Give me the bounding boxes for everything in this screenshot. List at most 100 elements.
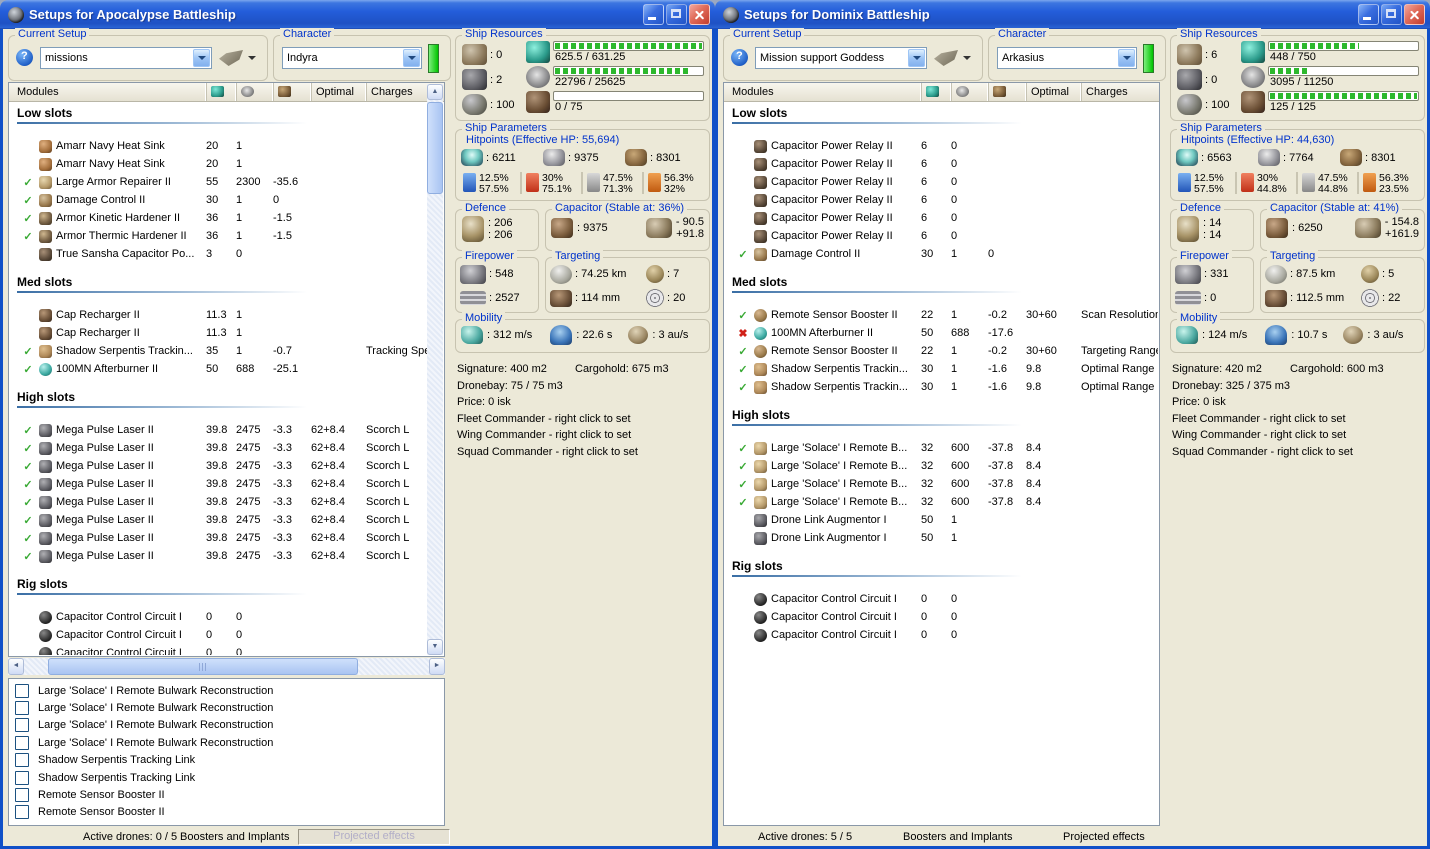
optimal-column-header[interactable]: Optimal xyxy=(311,83,366,101)
projected-effect-checkbox[interactable] xyxy=(15,770,29,785)
wing-commander-slot[interactable]: Wing Commander - right click to set xyxy=(1172,427,1425,444)
dropdown-arrow-icon[interactable] xyxy=(193,49,210,67)
boosters-implants-label[interactable]: Boosters and Implants xyxy=(903,831,1012,843)
scroll-left-icon[interactable]: ◄ xyxy=(8,658,24,675)
module-row[interactable]: Amarr Navy Heat Sink 20 1 xyxy=(9,155,428,173)
hscroll-thumb[interactable] xyxy=(48,658,358,675)
module-row[interactable]: Capacitor Control Circuit I 0 0 xyxy=(9,608,428,626)
module-row[interactable]: ✓ Mega Pulse Laser II 39.8 2475 -3.3 62+8.4 Sc… xyxy=(9,529,428,547)
module-row[interactable]: Amarr Navy Heat Sink 20 1 xyxy=(9,137,428,155)
projected-effect-item[interactable]: Remote Sensor Booster II xyxy=(13,786,444,803)
module-row[interactable]: Cap Recharger II 11.3 1 xyxy=(9,306,428,324)
capacitor-column[interactable] xyxy=(988,83,1026,101)
ship-menu-button[interactable] xyxy=(934,44,978,72)
module-row[interactable]: ✓ Armor Thermic Hardener II 36 1 -1.5 xyxy=(9,227,428,245)
modules-hscrollbar[interactable]: ◄ ► xyxy=(8,658,445,675)
projected-effect-checkbox[interactable] xyxy=(15,805,29,820)
module-row[interactable]: ✓ Mega Pulse Laser II 39.8 2475 -3.3 62+8.4 Sc… xyxy=(9,511,428,529)
module-row[interactable]: ✓ Shadow Serpentis Trackin... 30 1 -1.6 9.8 Op… xyxy=(724,360,1158,378)
charges-column-header[interactable]: Charges xyxy=(1081,83,1159,101)
module-row[interactable]: Drone Link Augmentor I 50 1 xyxy=(724,529,1158,547)
dropdown-arrow-icon[interactable] xyxy=(403,49,420,67)
module-row[interactable]: Capacitor Power Relay II 6 0 xyxy=(724,227,1158,245)
maximize-button[interactable] xyxy=(666,4,687,25)
close-button[interactable] xyxy=(1404,4,1425,25)
modules-column-header[interactable]: Modules xyxy=(732,83,921,101)
window-titlebar[interactable]: Setups for Apocalypse Battleship xyxy=(0,0,715,29)
module-row[interactable]: True Sansha Capacitor Po... 3 0 xyxy=(9,245,428,263)
module-row[interactable]: Capacitor Power Relay II 6 0 xyxy=(724,209,1158,227)
boosters-implants-label[interactable]: Boosters and Implants xyxy=(180,831,289,843)
projected-effects-button[interactable]: Projected effects xyxy=(298,829,450,845)
projected-effect-item[interactable]: Large 'Solace' I Remote Bulwark Reconstr… xyxy=(13,682,444,699)
active-drones-count[interactable]: Active drones: 0 / 5 xyxy=(83,831,177,843)
powergrid-column[interactable] xyxy=(951,83,988,101)
projected-effect-checkbox[interactable] xyxy=(15,683,29,698)
projected-effects-button[interactable]: Projected effects xyxy=(1063,831,1145,843)
setup-select[interactable]: missions xyxy=(40,47,212,69)
projected-effect-checkbox[interactable] xyxy=(15,753,29,768)
capacitor-column[interactable] xyxy=(273,83,311,101)
module-row[interactable]: Capacitor Power Relay II 6 0 xyxy=(724,191,1158,209)
projected-effect-checkbox[interactable] xyxy=(15,701,29,716)
module-row[interactable]: ✓ Mega Pulse Laser II 39.8 2475 -3.3 62+8.4 Sc… xyxy=(9,439,428,457)
module-row[interactable]: ✓ Mega Pulse Laser II 39.8 2475 -3.3 62+8.4 Sc… xyxy=(9,421,428,439)
squad-commander-slot[interactable]: Squad Commander - right click to set xyxy=(1172,444,1425,461)
projected-effect-checkbox[interactable] xyxy=(15,788,29,803)
module-row[interactable]: Drone Link Augmentor I 50 1 xyxy=(724,511,1158,529)
minimize-button[interactable] xyxy=(643,4,664,25)
module-row[interactable]: Cap Recharger II 11.3 1 xyxy=(9,324,428,342)
squad-commander-slot[interactable]: Squad Commander - right click to set xyxy=(457,444,710,461)
dropdown-arrow-icon[interactable] xyxy=(1118,49,1135,67)
cpu-column[interactable] xyxy=(921,83,951,101)
module-row[interactable]: Capacitor Control Circuit I 0 0 xyxy=(724,608,1158,626)
help-icon[interactable] xyxy=(16,49,33,66)
projected-effect-item[interactable]: Large 'Solace' I Remote Bulwark Reconstr… xyxy=(13,717,444,734)
fleet-commander-slot[interactable]: Fleet Commander - right click to set xyxy=(457,411,710,428)
module-row[interactable]: Capacitor Control Circuit I 0 0 xyxy=(724,590,1158,608)
module-row[interactable]: ✓ Mega Pulse Laser II 39.8 2475 -3.3 62+8.4 Sc… xyxy=(9,493,428,511)
projected-effect-item[interactable]: Large 'Solace' I Remote Bulwark Reconstr… xyxy=(13,734,444,751)
module-row[interactable]: ✓ Armor Kinetic Hardener II 36 1 -1.5 xyxy=(9,209,428,227)
cpu-column[interactable] xyxy=(206,83,236,101)
scroll-up-icon[interactable]: ▲ xyxy=(427,84,443,100)
scroll-down-icon[interactable]: ▼ xyxy=(427,639,443,655)
module-row[interactable]: ✓ Shadow Serpentis Trackin... 30 1 -1.6 9.8 Op… xyxy=(724,378,1158,396)
module-row[interactable]: ✓ Mega Pulse Laser II 39.8 2475 -3.3 62+8.4 Sc… xyxy=(9,547,428,565)
projected-effect-item[interactable]: Remote Sensor Booster II xyxy=(13,804,444,821)
projected-effect-item[interactable]: Large 'Solace' I Remote Bulwark Reconstr… xyxy=(13,699,444,716)
projected-effect-checkbox[interactable] xyxy=(15,735,29,750)
window-titlebar[interactable]: Setups for Dominix Battleship xyxy=(715,0,1430,29)
module-row[interactable]: Capacitor Power Relay II 6 0 xyxy=(724,155,1158,173)
help-icon[interactable] xyxy=(731,49,748,66)
projected-effect-checkbox[interactable] xyxy=(15,718,29,733)
ship-menu-button[interactable] xyxy=(219,44,263,72)
maximize-button[interactable] xyxy=(1381,4,1402,25)
module-row[interactable]: ✓ 100MN Afterburner II 50 688 -25.1 xyxy=(9,360,428,378)
powergrid-column[interactable] xyxy=(236,83,273,101)
module-row[interactable]: Capacitor Power Relay II 6 0 xyxy=(724,173,1158,191)
module-row[interactable]: Capacitor Power Relay II 6 0 xyxy=(724,137,1158,155)
dropdown-arrow-icon[interactable] xyxy=(908,49,925,67)
active-drones-count[interactable]: Active drones: 5 / 5 xyxy=(758,831,852,843)
modules-column-header[interactable]: Modules xyxy=(17,83,206,101)
modules-vscrollbar[interactable]: ▲ ▼ xyxy=(427,84,443,655)
module-row[interactable]: ✓ Damage Control II 30 1 0 xyxy=(9,191,428,209)
module-row[interactable]: Capacitor Control Circuit I 0 0 xyxy=(9,626,428,644)
module-row[interactable]: Capacitor Control Circuit I 0 0 xyxy=(724,626,1158,644)
module-row[interactable]: ✓ Large 'Solace' I Remote B... 32 600 -37.8 8… xyxy=(724,475,1158,493)
module-row[interactable]: ✓ Large 'Solace' I Remote B... 32 600 -37.8 8… xyxy=(724,439,1158,457)
module-row[interactable]: ✓ Shadow Serpentis Trackin... 35 1 -0.7 Track… xyxy=(9,342,428,360)
vscroll-thumb[interactable] xyxy=(427,102,443,194)
module-row[interactable]: ✓ Large 'Solace' I Remote B... 32 600 -37.8 8… xyxy=(724,457,1158,475)
module-row[interactable]: ✓ Damage Control II 30 1 0 xyxy=(724,245,1158,263)
module-row[interactable]: ✓ Mega Pulse Laser II 39.8 2475 -3.3 62+8.4 Sc… xyxy=(9,475,428,493)
optimal-column-header[interactable]: Optimal xyxy=(1026,83,1081,101)
module-row[interactable]: ✓ Remote Sensor Booster II 22 1 -0.2 30+60 Tar… xyxy=(724,342,1158,360)
close-button[interactable] xyxy=(689,4,710,25)
module-row[interactable]: ✓ Large 'Solace' I Remote B... 32 600 -37.8 8… xyxy=(724,493,1158,511)
scroll-right-icon[interactable]: ► xyxy=(429,658,445,675)
module-row[interactable]: ✓ Large Armor Repairer II 55 2300 -35.6 xyxy=(9,173,428,191)
character-select[interactable]: Arkasius xyxy=(997,47,1137,69)
module-row[interactable]: ✓ Mega Pulse Laser II 39.8 2475 -3.3 62+8.4 Sc… xyxy=(9,457,428,475)
